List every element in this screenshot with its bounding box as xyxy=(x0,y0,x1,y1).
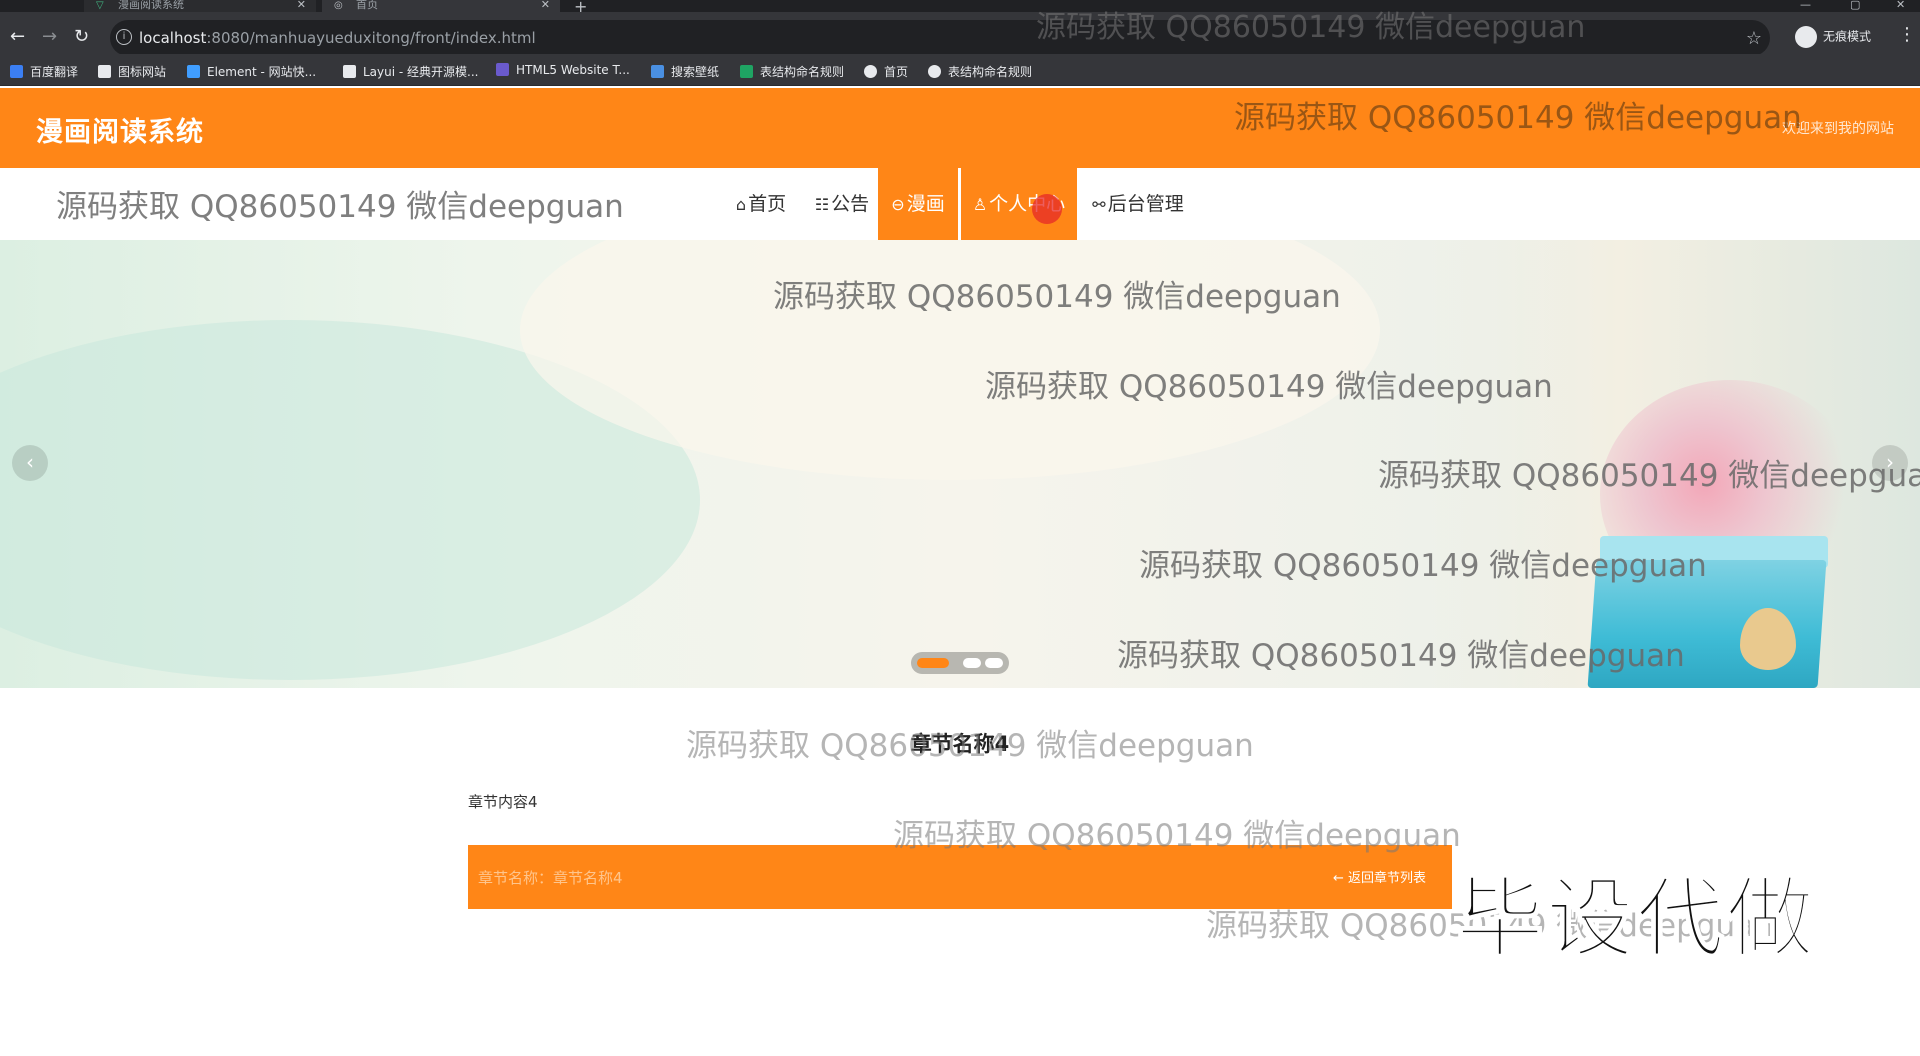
home-icon: ⌂ xyxy=(735,195,747,214)
bookmark-table-naming-2[interactable]: 表结构命名规则 xyxy=(928,63,1032,80)
announcement-icon: ☷ xyxy=(814,195,830,214)
back-arrow-icon[interactable]: ← xyxy=(10,26,25,47)
watermark-text: 源码获取 QQ86050149 微信deepguan xyxy=(1139,548,1707,584)
watermark-text: 源码获取 QQ86050149 微信deepguan xyxy=(1036,10,1586,45)
user-icon: ♙ xyxy=(972,195,988,214)
flag-icon xyxy=(98,65,111,78)
nav-admin[interactable]: ⚯ 后台管理 xyxy=(1088,168,1188,240)
bookmark-layui[interactable]: Layui - 经典开源模... xyxy=(343,63,478,80)
back-to-chapter-list-link[interactable]: ← 返回章节列表 xyxy=(1333,867,1426,886)
watermark-text: 源码获取 QQ86050149 微信deepguan xyxy=(686,728,1254,764)
bookmark-label: 表结构命名规则 xyxy=(948,65,1033,79)
carousel-dot[interactable] xyxy=(985,658,1003,668)
maximize-icon[interactable]: ▢ xyxy=(1850,0,1860,11)
bookmark-icon-site[interactable]: 图标网站 xyxy=(98,63,166,80)
site-title: 漫画阅读系统 xyxy=(36,117,204,148)
back-label: 返回章节列表 xyxy=(1347,871,1426,886)
bookmark-label: 搜索壁纸 xyxy=(671,65,720,79)
incognito-indicator[interactable]: 无痕模式 xyxy=(1795,26,1871,48)
url-path: :8080/manhuayueduxitong/front/index.html xyxy=(206,29,536,47)
reload-icon[interactable]: ↻ xyxy=(74,26,89,47)
watermark-text: 源码获取 QQ86050149 微信deepguan xyxy=(893,818,1461,854)
bookmark-label: Layui - 经典开源模... xyxy=(363,65,479,79)
bookmarks-bar: 百度翻译 图标网站 Element - 网站快... Layui - 经典开源模… xyxy=(0,54,1920,86)
tab-title: 漫画阅读系统 xyxy=(118,0,184,11)
site-info-icon[interactable]: i xyxy=(116,29,132,45)
bookmark-element[interactable]: Element - 网站快... xyxy=(187,63,316,80)
bookmark-label: 首页 xyxy=(884,65,909,79)
bookmark-table-naming[interactable]: 表结构命名规则 xyxy=(740,63,844,80)
nav-home[interactable]: ⌂ 首页 xyxy=(728,168,794,240)
carousel-dot-active[interactable] xyxy=(917,658,949,668)
tab-home[interactable]: ◎ 首页 ✕ xyxy=(322,0,560,12)
sheet-icon xyxy=(740,65,753,78)
bookmark-star-icon[interactable]: ☆ xyxy=(1746,28,1762,49)
watermark-text: 源码获取 QQ86050149 微信deepguan xyxy=(56,189,624,225)
layui-icon xyxy=(343,65,356,78)
bookmark-wallpaper[interactable]: 搜索壁纸 xyxy=(651,63,719,80)
carousel-prev-arrow-icon[interactable]: ‹ xyxy=(12,445,48,481)
close-tab-icon[interactable]: ✕ xyxy=(297,0,306,10)
bookmark-html5-template[interactable]: HTML5 Website T... xyxy=(496,63,630,77)
incognito-label: 无痕模式 xyxy=(1823,29,1872,44)
baidu-translate-icon xyxy=(10,65,23,78)
html5-template-icon xyxy=(496,63,509,76)
globe-icon xyxy=(928,65,941,78)
nav-label: 后台管理 xyxy=(1107,193,1184,215)
close-tab-icon[interactable]: ✕ xyxy=(541,0,550,10)
chapter-content: 章节内容4 xyxy=(468,793,538,811)
wallpaper-search-icon xyxy=(651,65,664,78)
nav-announcement[interactable]: ☷ 公告 xyxy=(810,168,874,240)
globe-icon xyxy=(864,65,877,78)
url-host: localhost xyxy=(139,29,207,47)
nav-label: 漫画 xyxy=(906,193,945,215)
incognito-icon xyxy=(1795,26,1817,48)
element-icon xyxy=(187,65,200,78)
bookmark-label: 百度翻译 xyxy=(30,65,79,79)
cursor-click-indicator xyxy=(1032,194,1062,224)
close-window-icon[interactable]: ✕ xyxy=(1896,0,1905,11)
watermark-text: 源码获取 QQ86050149 微信deepguan xyxy=(1378,458,1920,494)
nav-label: 公告 xyxy=(831,193,870,215)
bookmark-label: HTML5 Website T... xyxy=(516,63,630,77)
watermark-text: 源码获取 QQ86050149 微信deepguan xyxy=(1234,100,1802,136)
globe-favicon-icon: ◎ xyxy=(334,0,343,11)
tab-manhua-system[interactable]: ▽ 漫画阅读系统 ✕ xyxy=(84,0,316,12)
bookmark-label: Element - 网站快... xyxy=(207,65,317,79)
back-arrow-icon: ← xyxy=(1332,871,1344,886)
browser-tab-strip: ▽ 漫画阅读系统 ✕ ◎ 首页 ✕ + — ▢ ✕ xyxy=(0,0,1920,16)
browser-menu-icon[interactable]: ⋮ xyxy=(1898,24,1916,45)
nav-label: 首页 xyxy=(748,193,787,215)
watermark-text: 源码获取 QQ86050149 微信deepguan xyxy=(985,369,1553,405)
watermark-text: 源码获取 QQ86050149 微信deepguan xyxy=(773,279,1341,315)
minimize-icon[interactable]: — xyxy=(1800,0,1811,11)
bookmark-label: 图标网站 xyxy=(118,65,167,79)
tab-title: 首页 xyxy=(356,0,378,11)
watermark-text: 源码获取 QQ86050149 微信deepguan xyxy=(1117,638,1685,674)
nav-comic[interactable]: ⊖ 漫画 xyxy=(878,168,958,240)
bookmark-label: 表结构命名规则 xyxy=(760,65,845,79)
carousel-indicators xyxy=(911,652,1009,674)
watermark-stamp: 毕设代做 xyxy=(1455,866,1817,971)
bookmark-baidu-translate[interactable]: 百度翻译 xyxy=(10,63,78,80)
link-icon: ⚯ xyxy=(1092,195,1106,214)
forward-arrow-icon[interactable]: → xyxy=(42,26,57,47)
vue-favicon-icon: ▽ xyxy=(96,0,104,11)
bookmark-home[interactable]: 首页 xyxy=(864,63,908,80)
carousel-dot[interactable] xyxy=(963,658,981,668)
url-text[interactable]: localhost:8080/manhuayueduxitong/front/i… xyxy=(139,29,536,47)
comic-icon: ⊖ xyxy=(891,195,905,214)
chapter-meta: 章节名称：章节名称4 xyxy=(478,869,623,887)
